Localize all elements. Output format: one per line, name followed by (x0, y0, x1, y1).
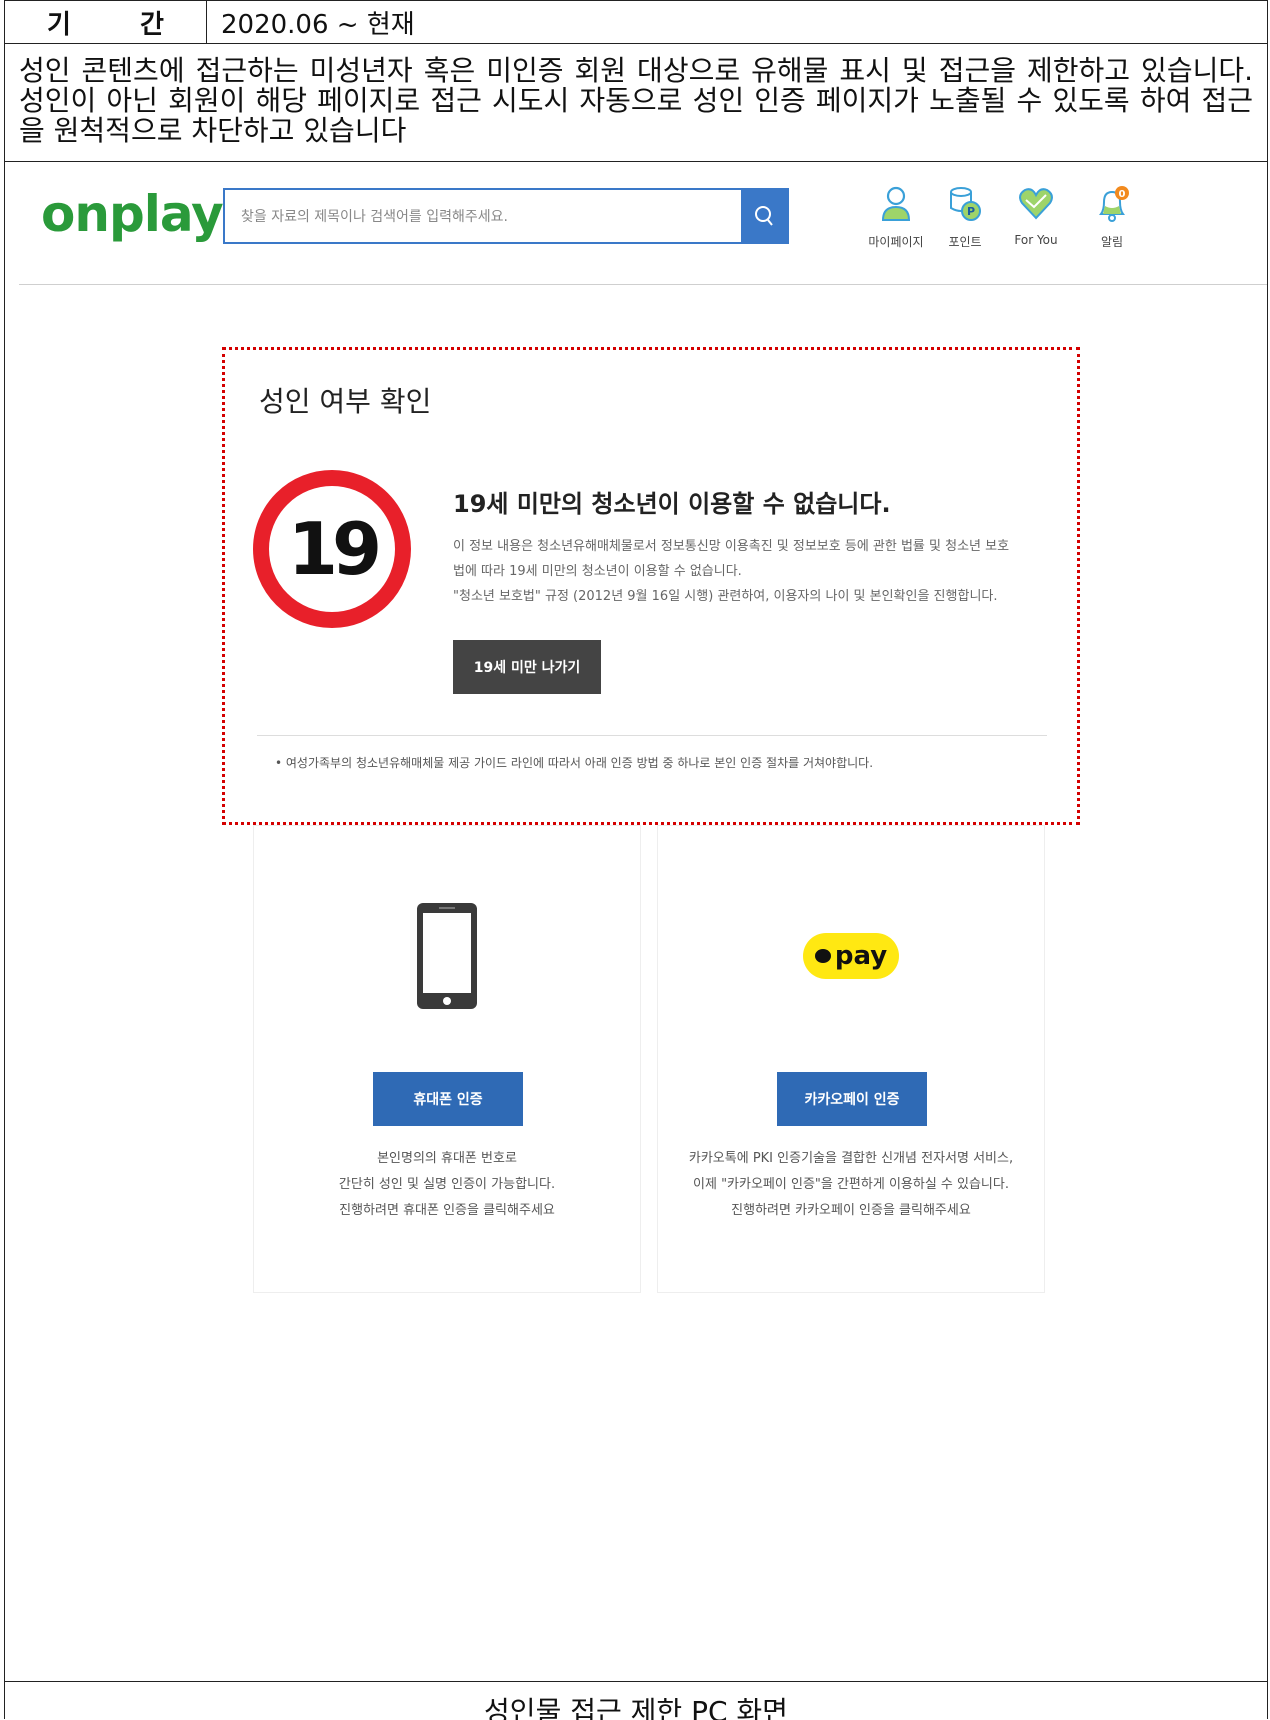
svg-text:P: P (967, 205, 975, 218)
bell-icon: 0 (1099, 186, 1129, 222)
description-text: 성인 콘텐츠에 접근하는 미성년자 혹은 미인증 회원 대상으로 유해물 표시 … (5, 44, 1267, 162)
nav-mypage-label: 마이페이지 (868, 235, 924, 249)
description-line: 카카오톡에 PKI 인증기술을 결합한 신개념 전자서명 서비스, (688, 1151, 1014, 1166)
nav-mypage[interactable]: 마이페이지 (861, 181, 931, 250)
caption-row: 성인물 접근 제한 PC 화면 (5, 1681, 1267, 1720)
nav-point-label: 포인트 (948, 235, 982, 249)
onplay-logo[interactable]: onplay (41, 185, 224, 243)
age-warning-line: 이 정보 내용은 청소년유해매체물로서 정보통신망 이용촉진 및 정보보호 등에… (453, 539, 1010, 554)
nav-alarm[interactable]: 0 알림 (1077, 181, 1147, 250)
phone-auth-panel: 휴대폰 인증 본인명의의 휴대폰 번호로 간단히 성인 및 실명 인증이 가능합… (253, 825, 641, 1293)
kakaopay-auth-description: 카카오톡에 PKI 인증기술을 결합한 신개념 전자서명 서비스, 이제 "카카… (658, 1146, 1044, 1224)
description-line: 본인명의의 휴대폰 번호로 (377, 1151, 517, 1166)
verification-guide-note: • 여성가족부의 청소년유해매체물 제공 가이드 라인에 따라서 아래 인증 방… (275, 756, 874, 770)
description-line: 진행하려면 카카오페이 인증을 클릭해주세요 (731, 1203, 971, 1218)
period-value: 2020.06 ~ 현재 (221, 9, 415, 40)
age-warning-headline: 19세 미만의 청소년이 이용할 수 없습니다. (453, 490, 891, 518)
caption-text: 성인물 접근 제한 PC 화면 (484, 1695, 788, 1720)
speech-bubble-icon (814, 949, 831, 963)
search-input[interactable] (239, 190, 733, 244)
kakaopay-logo-text: pay (834, 941, 888, 971)
age-warning-body: 이 정보 내용은 청소년유해매체물로서 정보통신망 이용촉진 및 정보보호 등에… (453, 534, 1053, 609)
document-table: 기 간 2020.06 ~ 현재 성인 콘텐츠에 접근하는 미성년자 혹은 미인… (4, 0, 1268, 1720)
age-warning-line: "청소년 보호법" 규정 (2012년 9월 16일 시행) 관련하여, 이용자… (453, 589, 998, 604)
kakaopay-auth-panel: pay 카카오페이 인증 카카오톡에 PKI 인증기술을 결합한 신개념 전자서… (657, 825, 1045, 1293)
search-bar (223, 188, 789, 244)
svg-text:0: 0 (1119, 189, 1126, 200)
phone-auth-description: 본인명의의 휴대폰 번호로 간단히 성인 및 실명 인증이 가능합니다. 진행하… (254, 1146, 640, 1224)
card-divider (257, 735, 1047, 736)
header-divider (19, 284, 1267, 285)
user-icon (881, 186, 911, 221)
kakaopay-logo: pay (803, 933, 899, 979)
smartphone-icon (417, 903, 477, 1009)
exit-under-19-button[interactable]: 19세 미만 나가기 (453, 640, 601, 694)
nav-for-you[interactable]: For You (1001, 181, 1071, 247)
description-line: 진행하려면 휴대폰 인증을 클릭해주세요 (339, 1203, 555, 1218)
period-row: 기 간 2020.06 ~ 현재 (5, 1, 1267, 44)
age-warning-line: 법에 따라 19세 미만의 청소년이 이용할 수 없습니다. (453, 564, 742, 579)
nav-for-you-label: For You (1014, 233, 1058, 247)
age-19-sign: 19 (253, 470, 411, 628)
period-label: 기 간 (5, 1, 207, 43)
verification-title: 성인 여부 확인 (259, 385, 432, 418)
nav-point[interactable]: P 포인트 (930, 181, 1000, 250)
adult-verification-box: 성인 여부 확인 19 19세 미만의 청소년이 이용할 수 없습니다. 이 정… (222, 347, 1080, 825)
search-icon (755, 206, 773, 226)
description-line: 간단히 성인 및 실명 인증이 가능합니다. (338, 1177, 556, 1192)
description-line: 이제 "카카오페이 인증"을 간편하게 이용하실 수 있습니다. (693, 1177, 1009, 1192)
nav-alarm-label: 알림 (1100, 235, 1124, 249)
kakaopay-auth-button[interactable]: 카카오페이 인증 (777, 1072, 927, 1126)
phone-auth-button[interactable]: 휴대폰 인증 (373, 1072, 523, 1126)
age-19-label: 19 (287, 507, 382, 591)
search-button[interactable] (741, 190, 787, 242)
point-coin-icon: P (950, 187, 981, 221)
heart-icon (1019, 188, 1053, 220)
